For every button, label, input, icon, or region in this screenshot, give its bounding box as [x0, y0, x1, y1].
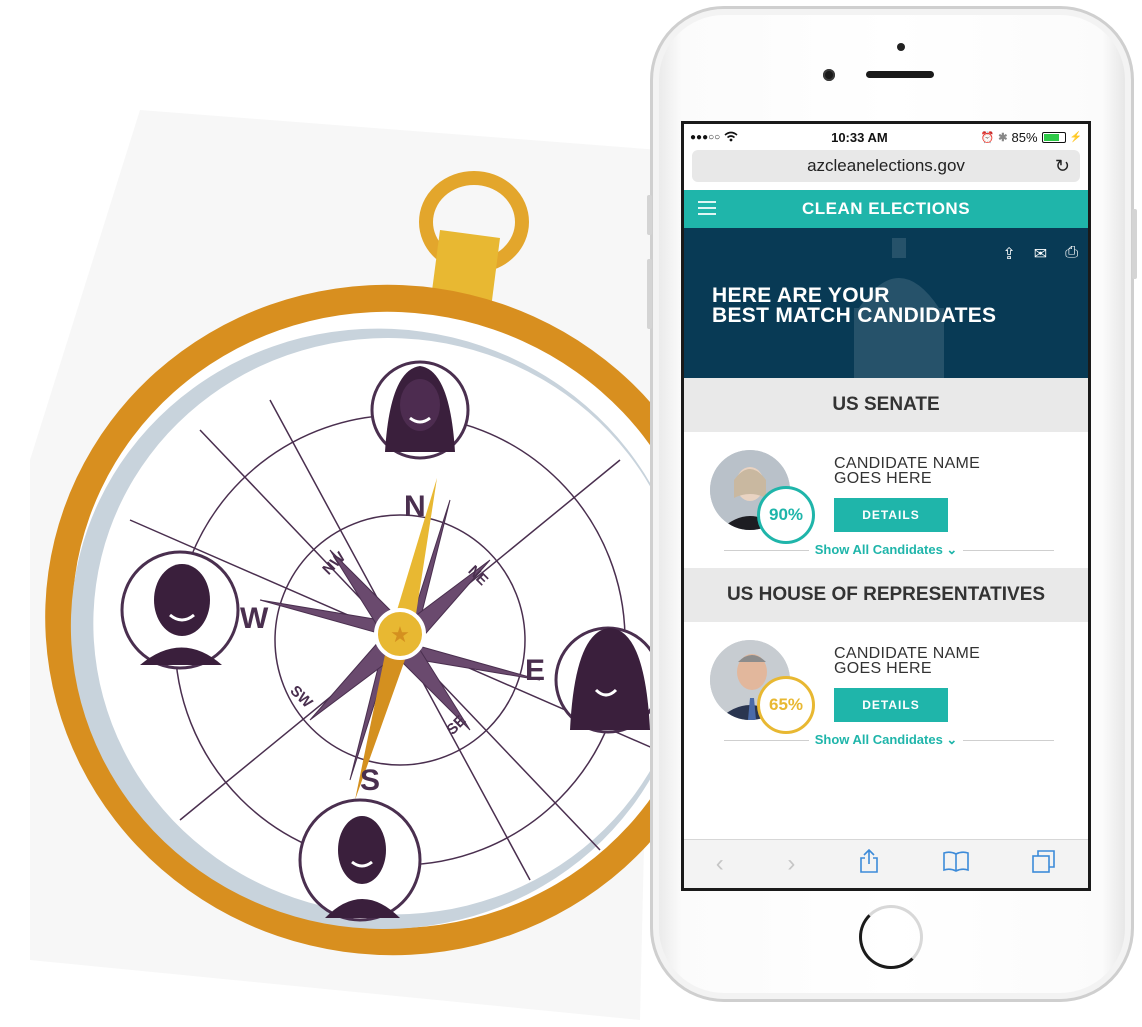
svg-text:★: ★ [390, 623, 410, 648]
share-tools: ⇪ ✉ ⎙ [1002, 244, 1078, 264]
share-icon[interactable]: ⇪ [1002, 244, 1015, 264]
hamburger-menu-icon[interactable] [698, 201, 716, 215]
show-all-candidates-link[interactable]: Show All Candidates ⌄ [808, 542, 964, 558]
phone-frame: ●●●○○ 10:33 AM ⏰ ✱ 85% ⚡ azcleanelection… [647, 6, 1137, 1002]
front-camera [823, 69, 835, 81]
details-button[interactable]: DETAILS [834, 498, 948, 532]
candidate-name-line2: GOES HERE [834, 660, 932, 677]
compass-label-w: W [240, 602, 269, 635]
show-all-candidates: Show All Candidates ⌄ [684, 722, 1088, 758]
mute-switch [647, 195, 652, 235]
candidate-name: CANDIDATE NAME GOES HERE [834, 646, 980, 677]
charging-icon: ⚡ [1069, 131, 1082, 143]
wifi-icon [724, 130, 738, 145]
compass-label-e: E [525, 654, 545, 687]
show-all-candidates-link[interactable]: Show All Candidates ⌄ [808, 732, 964, 748]
candidate-name-line2: GOES HERE [834, 470, 932, 487]
phone-screen: ●●●○○ 10:33 AM ⏰ ✱ 85% ⚡ azcleanelection… [681, 121, 1091, 891]
compass-illustration: ★ N W E S NW NE SW SE [30, 110, 700, 1020]
site-header: CLEAN ELECTIONS [684, 190, 1088, 228]
hero-heading-line2: BEST MATCH CANDIDATES [712, 304, 997, 327]
site-title: CLEAN ELECTIONS [801, 199, 971, 218]
avatar-east [554, 626, 662, 734]
candidate-card: 90% CANDIDATE NAME GOES HERE DETAILS [684, 432, 1088, 544]
bluetooth-icon: ✱ [998, 131, 1008, 144]
alarm-icon: ⏰ [980, 131, 995, 144]
hero-heading: HERE ARE YOUR BEST MATCH CANDIDATES [712, 285, 997, 327]
share-icon[interactable] [859, 848, 879, 880]
tabs-icon[interactable] [1032, 849, 1056, 880]
reload-icon[interactable]: ↻ [1055, 156, 1070, 177]
browser-toolbar: ‹ › [684, 839, 1088, 888]
details-button[interactable]: DETAILS [834, 688, 948, 722]
show-all-candidates: Show All Candidates ⌄ [684, 532, 1088, 568]
avatar-west [120, 550, 240, 670]
battery-icon [1041, 131, 1066, 143]
avatar-south [298, 798, 422, 922]
bookmarks-icon[interactable] [942, 850, 969, 879]
home-button[interactable] [859, 905, 923, 969]
avatar-north [370, 360, 470, 460]
volume-button [647, 259, 652, 329]
print-icon[interactable]: ⎙ [1065, 244, 1078, 264]
candidate-name: CANDIDATE NAME GOES HERE [834, 456, 980, 487]
section-header-us-house: US HOUSE OF REPRESENTATIVES [684, 568, 1088, 622]
section-header-us-senate: US SENATE [684, 378, 1088, 432]
hero-banner: ⇪ ✉ ⎙ HERE ARE YOUR BEST MATCH CANDIDATE… [684, 228, 1088, 378]
status-time: 10:33 AM [831, 129, 888, 145]
url-text: azcleanelections.gov [807, 156, 965, 175]
back-icon[interactable]: ‹ [716, 850, 724, 878]
mail-icon[interactable]: ✉ [1034, 244, 1047, 264]
battery-percent: 85% [1011, 129, 1038, 145]
compass-label-n: N [404, 490, 426, 523]
proximity-sensor [897, 43, 905, 51]
earpiece-speaker [866, 71, 934, 78]
candidate-card: 65% CANDIDATE NAME GOES HERE DETAILS [684, 622, 1088, 734]
status-bar: ●●●○○ 10:33 AM ⏰ ✱ 85% ⚡ [684, 124, 1088, 150]
forward-icon[interactable]: › [787, 850, 795, 878]
compass-label-s: S [360, 764, 380, 797]
power-button [1132, 209, 1137, 279]
address-bar[interactable]: azcleanelections.gov ↻ [692, 150, 1080, 182]
signal-indicator: ●●●○○ [690, 131, 721, 143]
